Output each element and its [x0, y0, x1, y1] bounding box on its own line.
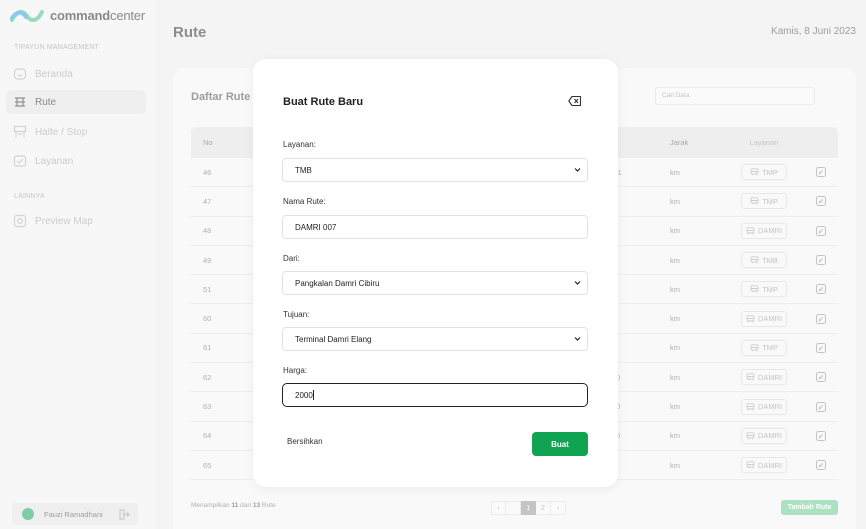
- nama-rute-label: Nama Rute:: [283, 197, 326, 206]
- nama-rute-value: DAMRI 007: [295, 222, 337, 232]
- text-caret: [312, 390, 314, 400]
- dari-select[interactable]: Pangkalan Damri Cibiru: [282, 271, 588, 295]
- create-route-modal: Buat Rute Baru Layanan: TMB Nama Rute: D…: [253, 59, 618, 487]
- clear-button[interactable]: Bersihkan: [287, 437, 323, 446]
- tujuan-selected-value: Terminal Damri Elang: [295, 334, 372, 344]
- chevron-down-icon: [574, 281, 581, 285]
- dari-selected-value: Pangkalan Damri Cibiru: [295, 278, 380, 288]
- harga-value: 2000: [295, 390, 313, 400]
- chevron-down-icon: [574, 168, 581, 172]
- close-icon[interactable]: [568, 95, 582, 107]
- layanan-select[interactable]: TMB: [282, 158, 588, 182]
- chevron-down-icon: [574, 337, 581, 341]
- modal-title: Buat Rute Baru: [283, 96, 364, 108]
- tujuan-label: Tujuan:: [283, 310, 310, 319]
- nama-rute-input[interactable]: DAMRI 007: [282, 215, 588, 239]
- layanan-label: Layanan:: [283, 140, 316, 149]
- harga-label: Harga:: [283, 366, 308, 375]
- tujuan-select[interactable]: Terminal Damri Elang: [282, 327, 588, 351]
- layanan-selected-value: TMB: [295, 165, 312, 175]
- create-button[interactable]: Buat: [532, 432, 588, 456]
- dari-label: Dari:: [283, 254, 300, 263]
- harga-input[interactable]: 2000: [282, 383, 588, 407]
